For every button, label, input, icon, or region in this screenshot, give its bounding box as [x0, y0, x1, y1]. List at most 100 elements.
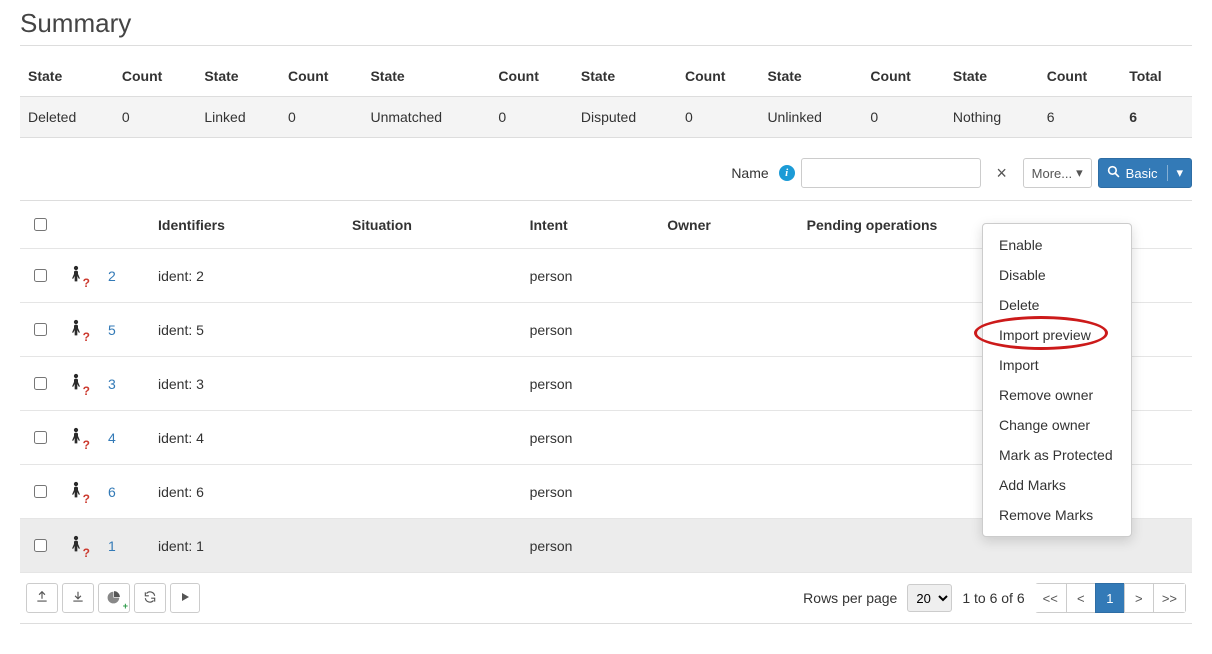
cell-identifier: ident: 1 [150, 519, 344, 573]
pager: << < 1 > >> [1035, 583, 1186, 613]
summary-header: Count [490, 56, 572, 97]
cell-identifier: ident: 2 [150, 249, 344, 303]
pie-chart-icon [107, 590, 121, 607]
select-all-checkbox[interactable] [34, 218, 47, 231]
refresh-button[interactable] [134, 583, 166, 613]
cell-intent: person [522, 357, 660, 411]
summary-cell: Linked [196, 97, 280, 138]
row-checkbox[interactable] [34, 377, 47, 390]
more-label: More... [1032, 166, 1072, 181]
row-checkbox[interactable] [34, 539, 47, 552]
cell-owner [659, 465, 798, 519]
summary-header: Count [862, 56, 944, 97]
row-checkbox[interactable] [34, 323, 47, 336]
close-icon: × [996, 163, 1007, 184]
summary-title: Summary [20, 8, 1192, 46]
cell-owner [659, 249, 798, 303]
chart-add-button[interactable]: + [98, 583, 130, 613]
menu-item-remove-marks[interactable]: Remove Marks [983, 500, 1131, 530]
cell-actions [1142, 249, 1192, 303]
run-button[interactable] [170, 583, 200, 613]
person-unknown-icon: ? [68, 425, 86, 450]
rows-per-page-select[interactable]: 20 [907, 584, 952, 612]
row-id-link[interactable]: 6 [108, 484, 116, 500]
person-unknown-icon: ? [68, 371, 86, 396]
row-checkbox[interactable] [34, 269, 47, 282]
pager-current[interactable]: 1 [1095, 583, 1125, 613]
summary-cell: 0 [114, 97, 196, 138]
cell-owner [659, 357, 798, 411]
summary-cell: Deleted [20, 97, 114, 138]
menu-item-mark-as-protected[interactable]: Mark as Protected [983, 440, 1131, 470]
cell-intent: person [522, 519, 660, 573]
menu-item-enable[interactable]: Enable [983, 230, 1131, 260]
column-owner[interactable]: Owner [659, 201, 798, 249]
summary-header: State [759, 56, 862, 97]
basic-search-button[interactable]: Basic ▾ [1098, 158, 1192, 188]
pager-prev[interactable]: < [1066, 583, 1096, 613]
filter-name-label: Name [731, 165, 768, 181]
cell-owner [659, 411, 798, 465]
pager-first[interactable]: << [1035, 583, 1067, 613]
basic-label: Basic [1126, 166, 1158, 181]
row-id-link[interactable]: 2 [108, 268, 116, 284]
person-unknown-icon: ? [68, 479, 86, 504]
summary-cell: 0 [490, 97, 572, 138]
cell-intent: person [522, 249, 660, 303]
column-identifiers[interactable]: Identifiers [150, 201, 344, 249]
person-unknown-icon: ? [68, 263, 86, 288]
menu-item-remove-owner[interactable]: Remove owner [983, 380, 1131, 410]
summary-header: State [20, 56, 114, 97]
caret-down-icon: ▾ [1076, 165, 1083, 181]
column-situation[interactable]: Situation [344, 201, 522, 249]
clear-filter-button[interactable]: × [987, 158, 1017, 188]
actions-dropdown: EnableDisableDeleteImport previewImportR… [982, 223, 1132, 537]
menu-item-add-marks[interactable]: Add Marks [983, 470, 1131, 500]
play-icon [179, 591, 191, 606]
person-unknown-icon: ? [68, 317, 86, 342]
summary-header: Count [114, 56, 196, 97]
summary-cell: 6 [1039, 97, 1121, 138]
menu-item-disable[interactable]: Disable [983, 260, 1131, 290]
export-button[interactable] [26, 583, 58, 613]
row-checkbox[interactable] [34, 431, 47, 444]
row-id-link[interactable]: 5 [108, 322, 116, 338]
cell-owner [659, 303, 798, 357]
row-id-link[interactable]: 3 [108, 376, 116, 392]
cell-actions [1142, 357, 1192, 411]
pager-last[interactable]: >> [1153, 583, 1186, 613]
cell-situation [344, 357, 522, 411]
menu-item-import-preview[interactable]: Import preview [983, 320, 1131, 350]
footer-bar: + Rows per page 20 1 to 6 of 6 << < 1 > … [20, 573, 1192, 624]
cell-actions [1142, 465, 1192, 519]
summary-header: State [573, 56, 677, 97]
more-filters-button[interactable]: More... ▾ [1023, 158, 1092, 188]
rows-per-page-label: Rows per page [803, 590, 897, 606]
pagination-range: 1 to 6 of 6 [962, 590, 1024, 606]
cell-identifier: ident: 5 [150, 303, 344, 357]
upload-icon [35, 590, 49, 607]
summary-cell: 0 [280, 97, 362, 138]
row-checkbox[interactable] [34, 485, 47, 498]
pager-next[interactable]: > [1124, 583, 1154, 613]
menu-item-change-owner[interactable]: Change owner [983, 410, 1131, 440]
import-button[interactable] [62, 583, 94, 613]
menu-item-import[interactable]: Import [983, 350, 1131, 380]
cell-actions [1142, 519, 1192, 573]
summary-cell: 0 [862, 97, 944, 138]
summary-cell: Unmatched [362, 97, 490, 138]
column-intent[interactable]: Intent [522, 201, 660, 249]
cell-actions [1142, 411, 1192, 465]
row-id-link[interactable]: 4 [108, 430, 116, 446]
name-filter-input[interactable] [801, 158, 981, 188]
cell-identifier: ident: 3 [150, 357, 344, 411]
refresh-icon [143, 590, 157, 607]
plus-icon: + [123, 601, 128, 611]
summary-total: 6 [1121, 97, 1192, 138]
info-icon[interactable]: i [779, 165, 795, 181]
summary-cell: Disputed [573, 97, 677, 138]
row-id-link[interactable]: 1 [108, 538, 116, 554]
cell-intent: person [522, 465, 660, 519]
cell-situation [344, 465, 522, 519]
menu-item-delete[interactable]: Delete [983, 290, 1131, 320]
